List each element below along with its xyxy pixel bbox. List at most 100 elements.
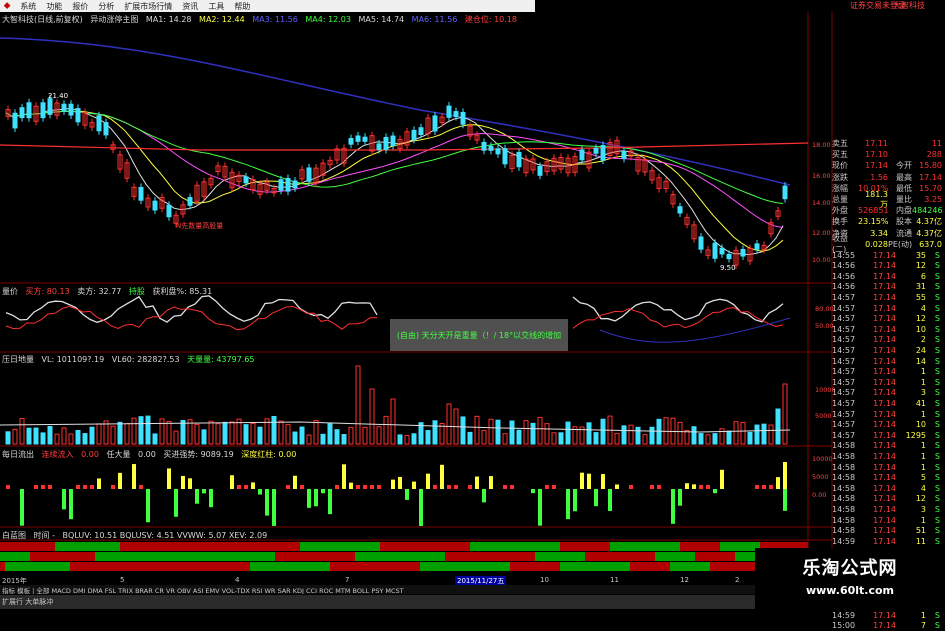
tick-volume: 55: [915, 293, 926, 303]
low-price-label: 9.50: [720, 264, 736, 272]
band-name[interactable]: 白蓝图: [2, 531, 26, 540]
volume-bar: [131, 417, 137, 445]
flow-bar-out: [594, 489, 598, 507]
tick-time: 14:57: [832, 293, 856, 303]
tick-volume: 1: [920, 515, 926, 525]
vol-name[interactable]: 压日地量: [2, 355, 34, 364]
tick-row: 14:58 17.14 1 S: [832, 451, 945, 462]
volume-bar: [642, 434, 648, 445]
tick-volume: 1: [920, 377, 926, 387]
tick-time: 14:55: [832, 250, 856, 260]
tick-row: 14:57 17.14 1 S: [832, 409, 945, 420]
band-segment: [275, 552, 355, 561]
volume-bar: [467, 431, 473, 445]
tick-price: 17.14: [873, 398, 896, 408]
band-segment: [680, 542, 720, 551]
flow-bar-small: [433, 485, 437, 489]
band-segment: [300, 542, 380, 551]
candle-body: [600, 145, 606, 161]
volume-bar: [75, 430, 81, 445]
quote-value: 526851: [858, 206, 889, 216]
volume-bar: [635, 426, 641, 445]
xaxis-tick: 10: [540, 576, 549, 584]
volume-bar: [306, 434, 312, 445]
tick-flag: S: [934, 483, 940, 493]
tick-time: 14:58: [832, 473, 856, 483]
flow-bar-out: [195, 489, 199, 504]
candle-body: [446, 105, 452, 118]
tick-price: 17.14: [873, 462, 896, 472]
tick-price: 17.14: [873, 504, 896, 514]
flow-bar-in: [398, 476, 402, 489]
tick-row: 14:57 17.14 55 S: [832, 292, 945, 303]
volume-bar: [565, 421, 571, 445]
volume-bar: [775, 408, 781, 445]
flow-bar-small: [370, 485, 374, 489]
flow-bar-small: [699, 485, 703, 489]
volume-bar: [82, 433, 88, 445]
price-axis-tick: 14.00: [812, 199, 831, 207]
tick-flag: S: [934, 473, 940, 483]
tick-volume: 1: [920, 462, 926, 472]
tick-row: 14:58 17.14 51 S: [832, 525, 945, 536]
tick-row: 14:58 17.14 1 S: [832, 462, 945, 473]
flow-bar-small: [111, 485, 115, 489]
candle-body: [166, 204, 172, 218]
flow-bar-in: [692, 484, 696, 489]
flow-bar-in: [230, 475, 234, 489]
band-segment: [355, 552, 445, 561]
volume-bar: [705, 434, 711, 445]
tick-volume: 1295: [905, 430, 926, 440]
tick-row: 14:57 17.14 1 S: [832, 366, 945, 377]
candle-body: [96, 115, 102, 132]
flow-header: 每日流出 连续流入 0.00 任大量 0.00 买进强势: 9089.19 深度…: [2, 449, 301, 460]
quote-label: 换手: [832, 217, 848, 227]
flow-bar-small: [335, 485, 339, 489]
tick-price: 17.14: [873, 473, 896, 483]
tick-price: 17.14: [873, 536, 896, 546]
volume-bar: [614, 432, 620, 445]
volume-bar: [355, 365, 361, 445]
flow-d: 0.00: [138, 450, 156, 459]
osc-axis-tick: 50.00: [815, 322, 834, 330]
tick-volume: 2: [920, 335, 926, 345]
volume-bar: [782, 383, 788, 445]
tick-volume: 31: [915, 282, 926, 292]
tick-flag: S: [934, 409, 940, 419]
candle-body: [418, 127, 424, 135]
tick-time: 14:57: [832, 314, 856, 324]
tick-price: 17.14: [873, 293, 896, 303]
quote-label: 最低: [896, 183, 912, 193]
flow-bar-in: [391, 479, 395, 489]
candle-body: [12, 112, 18, 129]
flow-bar-in: [97, 478, 101, 489]
quote-value: 637.0: [919, 239, 942, 249]
tick-price: 17.14: [873, 250, 896, 260]
flow-bar-in: [440, 464, 444, 489]
xaxis-tick: 7: [345, 576, 350, 584]
volume-bar: [26, 427, 32, 445]
tick-flag: S: [934, 504, 940, 514]
quote-row: 涨跌 1.56 最高 17.14: [832, 172, 945, 183]
volume-bar: [677, 421, 683, 445]
quote-value: 1.56: [870, 172, 888, 182]
tick-price: 17.14: [873, 526, 896, 536]
flow-bar-small: [762, 485, 766, 489]
volume-bar: [537, 416, 543, 445]
watermark: 乐淘公式网 www.60lt.com: [755, 548, 945, 609]
volume-bar: [740, 421, 746, 445]
volume-bar: [117, 421, 123, 445]
tick-flag: S: [934, 261, 940, 271]
volume-bar: [47, 425, 53, 445]
band-segment: [55, 542, 120, 551]
tick-price: 17.14: [873, 346, 896, 356]
quote-label: 最高: [896, 172, 912, 182]
band-segment: [250, 562, 330, 571]
candle-body: [26, 102, 32, 119]
flow-bar-in: [342, 464, 346, 489]
tick-price: 17.14: [873, 324, 896, 334]
flow-name[interactable]: 每日流出: [2, 450, 34, 459]
osc-name[interactable]: 量价: [2, 287, 18, 296]
volume-bar: [558, 432, 564, 445]
volume-bar: [726, 430, 732, 445]
